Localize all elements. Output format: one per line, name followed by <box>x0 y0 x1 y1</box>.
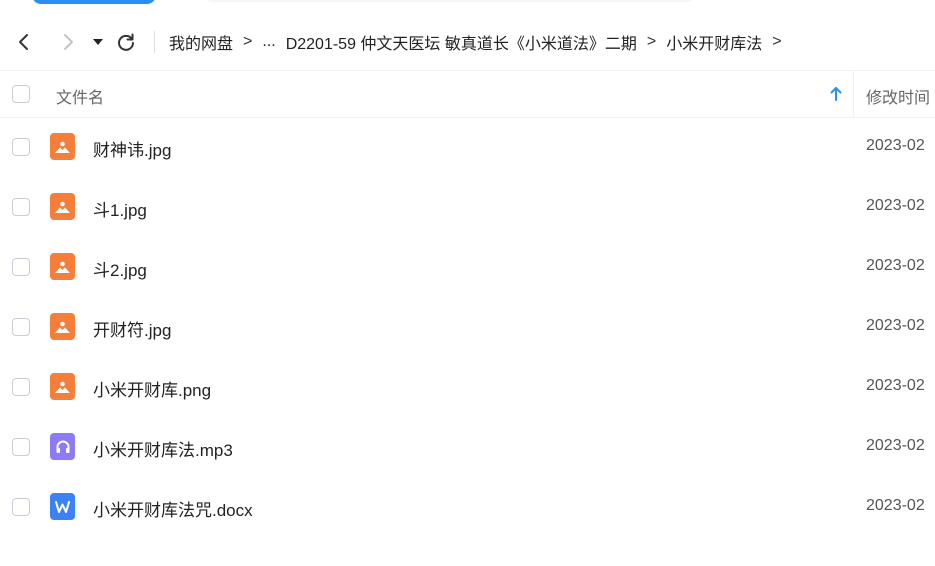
image-file-icon <box>50 193 75 220</box>
file-modified-date: 2023-02 <box>866 317 925 334</box>
image-file-icon <box>50 133 75 160</box>
breadcrumb-separator: > <box>243 33 253 50</box>
file-row[interactable]: 斗2.jpg 2023-02 <box>0 237 935 297</box>
chevron-right-icon <box>64 34 73 50</box>
row-checkbox[interactable] <box>12 138 30 156</box>
forward-button[interactable] <box>54 28 82 56</box>
file-manager-page: 我的网盘 > ... D2201-59 仲文天医坛 敏真道长《小米道法》二期 >… <box>0 0 935 566</box>
file-modified-date: 2023-02 <box>866 377 925 394</box>
image-file-icon <box>50 313 75 340</box>
column-header-modified-time[interactable]: 修改时间 <box>866 84 930 108</box>
row-checkbox[interactable] <box>12 438 30 456</box>
word-file-icon <box>50 493 75 520</box>
file-row[interactable]: 开财符.jpg 2023-02 <box>0 297 935 357</box>
image-file-icon <box>50 253 75 280</box>
navigation-bar: 我的网盘 > ... D2201-59 仲文天医坛 敏真道长《小米道法》二期 >… <box>0 18 935 66</box>
nav-divider <box>154 31 155 53</box>
file-row[interactable]: 小米开财库法.mp3 2023-02 <box>0 417 935 477</box>
file-name[interactable]: 小米开财库.png <box>93 376 211 401</box>
file-row[interactable]: 财神讳.jpg 2023-02 <box>0 117 935 177</box>
history-dropdown-button[interactable] <box>88 28 108 56</box>
breadcrumb-separator: > <box>772 33 782 50</box>
row-checkbox[interactable] <box>12 198 30 216</box>
file-row[interactable]: 斗1.jpg 2023-02 <box>0 177 935 237</box>
file-name[interactable]: 斗1.jpg <box>93 196 147 221</box>
row-checkbox[interactable] <box>12 378 30 396</box>
breadcrumb-separator: > <box>646 33 657 50</box>
image-file-icon <box>50 373 75 400</box>
row-checkbox[interactable] <box>12 498 30 516</box>
back-button[interactable] <box>10 28 38 56</box>
file-row[interactable]: 小米开财库.png 2023-02 <box>0 357 935 417</box>
breadcrumb-item-root[interactable]: 我的网盘 <box>169 30 233 54</box>
caret-down-icon <box>93 39 103 45</box>
breadcrumb-item-parent-folder[interactable]: D2201-59 仲文天医坛 敏真道长《小米道法》二期 <box>286 30 637 54</box>
column-divider[interactable] <box>853 71 854 117</box>
arrow-up-icon[interactable] <box>829 85 843 103</box>
file-name[interactable]: 小米开财库法咒.docx <box>93 496 253 521</box>
search-bar[interactable] <box>205 0 695 2</box>
file-list-header: 文件名 修改时间 <box>0 70 935 118</box>
column-header-file-name[interactable]: 文件名 <box>56 84 104 108</box>
top-toolbar-strip <box>0 0 935 10</box>
file-modified-date: 2023-02 <box>866 437 925 454</box>
row-checkbox[interactable] <box>12 258 30 276</box>
file-name[interactable]: 斗2.jpg <box>93 256 147 281</box>
file-name[interactable]: 开财符.jpg <box>93 316 171 341</box>
breadcrumb: 我的网盘 > ... D2201-59 仲文天医坛 敏真道长《小米道法》二期 >… <box>169 30 792 54</box>
file-modified-date: 2023-02 <box>866 497 925 514</box>
upload-button[interactable] <box>32 0 156 4</box>
select-all-checkbox[interactable] <box>12 85 30 103</box>
refresh-button[interactable] <box>112 28 140 56</box>
row-checkbox[interactable] <box>12 318 30 336</box>
file-name[interactable]: 财神讳.jpg <box>93 136 171 161</box>
audio-file-icon <box>50 433 75 460</box>
file-name[interactable]: 小米开财库法.mp3 <box>93 436 233 461</box>
file-modified-date: 2023-02 <box>866 137 925 154</box>
file-modified-date: 2023-02 <box>866 197 925 214</box>
breadcrumb-item-current-folder[interactable]: 小米开财库法 <box>666 30 762 54</box>
file-modified-date: 2023-02 <box>866 257 925 274</box>
breadcrumb-item-ellipsis[interactable]: ... <box>262 33 275 51</box>
chevron-left-icon <box>19 34 28 50</box>
refresh-icon <box>118 33 134 51</box>
file-list: 财神讳.jpg 2023-02 斗1.jpg 2023-02 斗2.jpg 20… <box>0 117 935 537</box>
file-row[interactable]: 小米开财库法咒.docx 2023-02 <box>0 477 935 537</box>
